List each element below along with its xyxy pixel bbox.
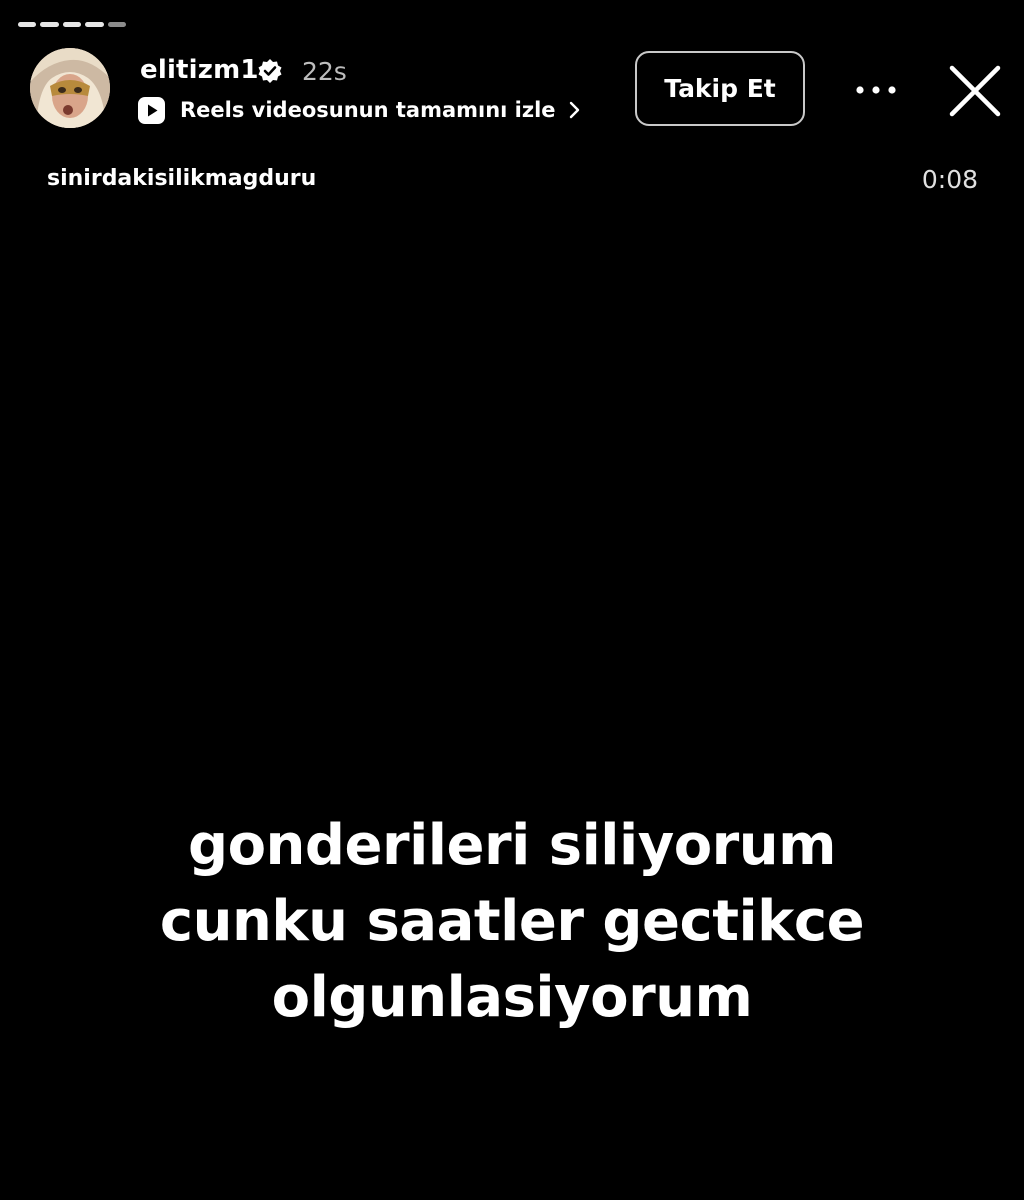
video-duration: 0:08 — [921, 165, 978, 194]
more-horizontal-icon[interactable] — [850, 76, 902, 104]
story-caption: gonderileri siliyorum cunku saatler gect… — [0, 808, 1024, 1036]
story-viewer: elitizm1 22s Reels videosunun tamamını i… — [0, 0, 1024, 1200]
close-icon[interactable] — [944, 60, 1006, 122]
story-time-ago: 22s — [302, 57, 347, 86]
verified-badge-icon — [258, 59, 282, 83]
audio-track-name[interactable]: sinirdakisilikmagduru — [47, 166, 316, 191]
progress-segment — [40, 22, 59, 27]
follow-button[interactable]: Takip Et — [635, 51, 805, 126]
username[interactable]: elitizm1 — [140, 55, 259, 85]
progress-segment — [62, 22, 82, 27]
caption-line: cunku saatler gectikce — [159, 889, 865, 954]
progress-segment — [18, 22, 37, 27]
avatar-image — [30, 48, 110, 128]
watch-full-reel-link[interactable]: Reels videosunun tamamını izle — [138, 95, 582, 125]
watch-full-reel-label: Reels videosunun tamamını izle — [180, 98, 556, 122]
progress-segment — [85, 22, 104, 27]
caption-line: olgunlasiyorum — [271, 965, 753, 1030]
reels-play-icon — [138, 96, 165, 124]
caption-line: gonderileri siliyorum — [187, 813, 837, 878]
progress-segment — [107, 22, 126, 27]
chevron-right-icon — [569, 101, 579, 119]
story-progress-bar — [18, 22, 1006, 28]
avatar[interactable] — [30, 48, 110, 128]
